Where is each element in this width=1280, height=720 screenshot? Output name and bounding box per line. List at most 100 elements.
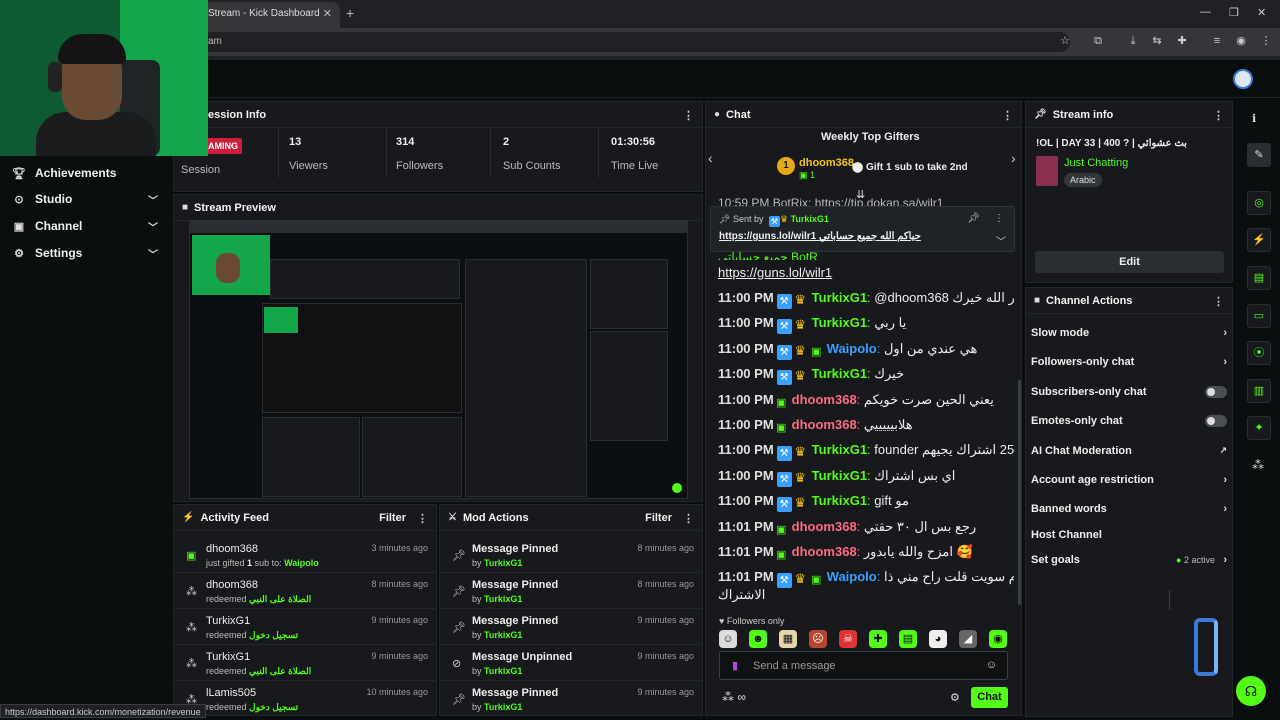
more-icon[interactable]: ⋮ — [1213, 295, 1224, 308]
more-icon[interactable]: ⋮ — [417, 512, 428, 525]
send-chat-button[interactable]: Chat — [971, 687, 1008, 708]
chat-message[interactable]: 11:01 PM ▣ dhoom368: امزح والله يابدور 🥰 — [718, 544, 1014, 563]
download-icon[interactable]: ⤓ — [1126, 34, 1140, 48]
filter-button[interactable]: Filter — [379, 512, 406, 524]
chat-message[interactable]: 11:01 PM ▣ dhoom368: رجع بس ال ٣٠ حقتي — [718, 519, 1014, 538]
emote[interactable]: ◕ — [929, 630, 947, 648]
chat-message[interactable]: 11:00 PM ▣ dhoom368: هلابيييييي — [718, 417, 1014, 436]
extension-puzzle-icon[interactable]: ✚ — [1175, 34, 1189, 48]
channel-points-icon[interactable]: ⁂ ∞ — [722, 690, 746, 704]
emoji-icon[interactable]: ☺ — [986, 659, 997, 671]
host-channel-row[interactable]: Host Channel — [1031, 529, 1227, 551]
chevron-down-icon[interactable]: ﹀ — [996, 233, 1006, 248]
chevron-left-icon[interactable]: ‹ — [708, 150, 713, 166]
chat-username: Waipolo — [826, 340, 877, 356]
browser-menu-icon[interactable]: ⋮ — [1259, 34, 1273, 48]
chevron-right-icon[interactable]: › — [1011, 150, 1016, 166]
address-bar[interactable]: am — [200, 32, 1070, 52]
chat-message[interactable]: 11:00 PM ⚒ ♛ TurkixG1: يا ربي — [718, 315, 1014, 335]
minimize-icon[interactable]: — — [1200, 6, 1211, 18]
chat-message[interactable]: 11:00 PM ⚒ ♛ TurkixG1: gift مو — [718, 493, 1014, 513]
emote[interactable]: ☠ — [839, 630, 857, 648]
extensions-icon[interactable]: ⧉ — [1091, 34, 1105, 48]
profile-icon[interactable]: ◉ — [1234, 34, 1248, 48]
lightning-icon[interactable]: ⚡ — [1247, 228, 1271, 252]
crown-badge-icon: ♛ — [794, 495, 806, 511]
pinned-message[interactable]: 📌︎ Sent by ⚒ ♛ TurkixG1 📌︎ ⋮ https://guns… — [710, 206, 1015, 252]
microphone-icon[interactable]: ▮ — [732, 659, 738, 672]
more-icon[interactable]: ⋮ — [1002, 109, 1013, 122]
gifter-name[interactable]: dhoom368 — [799, 157, 854, 169]
category-name[interactable]: Just Chatting — [1064, 157, 1128, 169]
ai-chat-moderation-row[interactable]: AI Chat Moderation ↗ — [1031, 445, 1227, 467]
pin-icon[interactable]: 📌︎ — [967, 213, 980, 224]
user-avatar[interactable] — [1233, 69, 1253, 89]
new-tab-icon[interactable]: + — [346, 5, 354, 21]
slow-mode-row[interactable]: Slow mode › — [1031, 327, 1227, 349]
emote[interactable]: ☹ — [809, 630, 827, 648]
sidebar-item-studio[interactable]: ⊙ Studio ﹀ — [12, 188, 162, 210]
chat-message[interactable]: 11:00 PM ▣ dhoom368: يعني الحين صرت خويكم — [718, 392, 1014, 411]
emote[interactable]: ▦ — [779, 630, 797, 648]
emotes-only-toggle[interactable] — [1205, 415, 1227, 427]
edit-stream-info-button[interactable]: Edit — [1035, 251, 1224, 273]
gift-promo[interactable]: ⬤ Gift 1 sub to take 2nd — [852, 162, 968, 173]
emote[interactable]: ☺ — [719, 630, 737, 648]
more-icon[interactable]: ⋮ — [683, 109, 694, 122]
chat-icon[interactable]: ▭ — [1247, 304, 1271, 328]
account-age-row[interactable]: Account age restriction › — [1031, 474, 1227, 496]
document-icon[interactable]: ▤ — [1247, 266, 1271, 290]
chat-link[interactable]: https://guns.lol/wilr1 — [718, 265, 1014, 280]
chat-scrollbar[interactable] — [1018, 380, 1021, 605]
subscribers-only-toggle[interactable] — [1205, 386, 1227, 398]
maximize-icon[interactable]: ❐ — [1229, 6, 1239, 19]
chat-message[interactable]: 11:01 PM⚒♛▣Waipolo: انا يوم سويت قلت راح… — [718, 569, 1014, 589]
stream-info-title: Stream info — [1052, 108, 1114, 121]
chat-message[interactable]: 11:00 PM⚒♛TurkixG1: founder اول 25 اشترا… — [718, 442, 1014, 462]
set-goals-row[interactable]: Set goals ● 2 active › — [1031, 554, 1227, 576]
wrench-icon[interactable]: ✦ — [1247, 416, 1271, 440]
emote[interactable]: ◉ — [989, 630, 1007, 648]
emote[interactable]: ✚ — [869, 630, 887, 648]
chat-message[interactable]: 11:00 PM⚒♛TurkixG1: @dhoom368 كثر الله خ… — [718, 290, 1014, 309]
moderator-badge-icon: ⚒ — [776, 294, 792, 309]
followers-only-row[interactable]: Followers-only chat › — [1031, 356, 1227, 378]
close-tab-icon[interactable]: ✕ — [323, 7, 332, 20]
chat-message[interactable]: 11:00 PM ⚒ ♛ TurkixG1: اي بس اشتراك — [718, 468, 1014, 487]
reading-list-icon[interactable]: ≡ — [1210, 34, 1224, 48]
chat-message[interactable]: 11:00 PM ⚒ ♛ TurkixG1: خيرك — [718, 366, 1014, 386]
edit-icon[interactable]: ✎ — [1247, 143, 1271, 167]
stream-preview-video[interactable] — [189, 220, 688, 499]
chat-input[interactable]: ▮ Send a message ☺ — [719, 651, 1008, 680]
target-icon[interactable]: ◎ — [1247, 191, 1271, 215]
info-icon[interactable]: ℹ — [1252, 112, 1256, 125]
more-icon[interactable]: ⋮ — [683, 512, 694, 525]
sidebar-item-channel[interactable]: ▣ Channel ﹀ — [12, 215, 162, 237]
bookmark-star-icon[interactable]: ☆ — [1058, 34, 1072, 48]
chat-partial-message: 10:59 PM BotRix: https://tip.dokan.sa/wi… — [718, 196, 944, 206]
translate-icon[interactable]: ⇆ — [1150, 34, 1164, 48]
support-headset-icon[interactable]: ☊ — [1236, 676, 1266, 706]
filter-button[interactable]: Filter — [645, 512, 672, 524]
broadcast-icon[interactable]: ⦿ — [1247, 341, 1271, 365]
more-icon[interactable]: ⋮ — [1213, 109, 1224, 122]
banned-words-row[interactable]: Banned words › — [1031, 503, 1227, 525]
mod-actions-panel: ⚔ Mod Actions Filter ⋮ 📌︎ Message Pinned… — [439, 504, 703, 716]
points-icon: ⁂ — [186, 622, 197, 634]
emote[interactable]: ☻ — [749, 630, 767, 648]
channel-points-icon[interactable]: ⁂ — [1252, 458, 1264, 472]
gear-icon[interactable]: ⚙ — [950, 691, 960, 704]
close-window-icon[interactable]: ✕ — [1257, 6, 1266, 19]
activity-detail: redeemed الصلاة على النبي — [206, 666, 312, 676]
sidebar-item-settings[interactable]: ⚙ Settings ﹀ — [12, 242, 162, 264]
chat-timestamp: 11:00 PM — [718, 366, 774, 382]
more-icon[interactable]: ⋮ — [994, 213, 1004, 224]
browser-tab[interactable]: Stream - Kick Dashboard ✕ — [200, 2, 340, 28]
emote[interactable]: ◢ — [959, 630, 977, 648]
layout-icon[interactable]: ▥ — [1247, 379, 1271, 403]
emote[interactable]: ▤ — [899, 630, 917, 648]
sidebar-item-achievements[interactable]: 🏆︎ Achievements — [12, 162, 162, 184]
activity-user: lLamis505 — [206, 687, 257, 699]
chat-partial-message: جميع حساباتي BotRix: — [718, 250, 818, 260]
chat-message[interactable]: 11:00 PM ⚒ ♛ ▣ Waipolo: هي عندي من اول — [718, 341, 1014, 360]
